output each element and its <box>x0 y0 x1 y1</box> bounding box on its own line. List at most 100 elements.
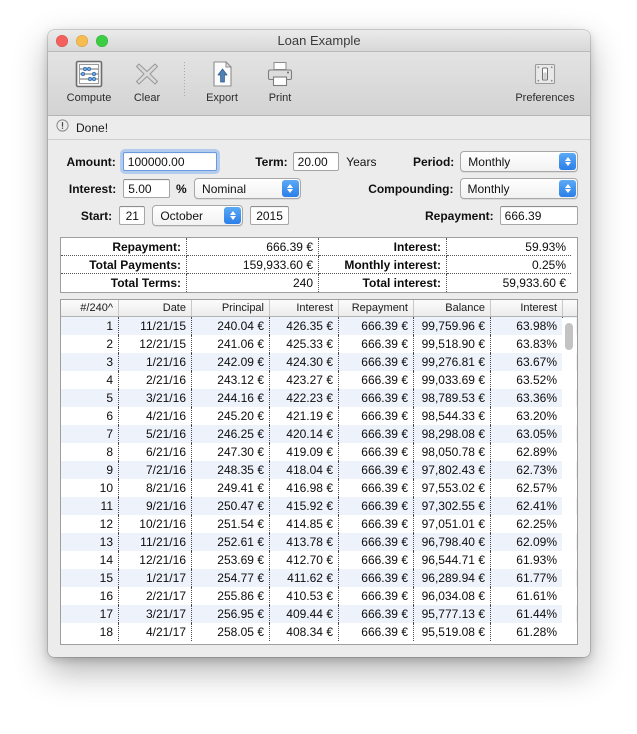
table-cell: 97,051.01 € <box>414 515 491 533</box>
exclamation-circle-icon <box>56 118 69 137</box>
scrollbar-thumb[interactable] <box>565 323 573 350</box>
start-month-select[interactable]: October <box>152 205 244 226</box>
table-body: 1 11/21/15 240.04 €426.35 €666.39 €99,759.… <box>61 317 577 644</box>
table-cell: 247.30 € <box>192 443 270 461</box>
table-row[interactable]: 7 5/21/16 246.25 €420.14 €666.39 €98,298.0… <box>61 425 577 443</box>
table-cell: 8 <box>61 443 119 461</box>
table-cell: 97,302.55 € <box>414 497 491 515</box>
x-mark-icon <box>132 58 162 90</box>
table-row[interactable]: 2 12/21/15 241.06 €425.33 €666.39 €99,518.… <box>61 335 577 353</box>
table-cell: 98,789.53 € <box>414 389 491 407</box>
table-cell: 666.39 € <box>339 353 414 371</box>
start-year-input[interactable]: 2015 <box>250 206 289 225</box>
table-row[interactable]: 11 9/21/16 250.47 €415.92 €666.39 €97,302.… <box>61 497 577 515</box>
table-row[interactable]: 1 11/21/15 240.04 €426.35 €666.39 €99,759.… <box>61 317 577 335</box>
table-cell: 16 <box>61 587 119 605</box>
table-row[interactable]: 16 2/21/17 255.86 €410.53 €666.39 €96,034.… <box>61 587 577 605</box>
table-cell: 61.77% <box>491 569 563 587</box>
table-cell: 63.98% <box>491 317 563 335</box>
interest-type-select[interactable]: Nominal <box>194 178 301 199</box>
table-row[interactable]: 4 2/21/16 243.12 €423.27 €666.39 €99,033.6… <box>61 371 577 389</box>
summary-value: 59.93% <box>447 238 571 256</box>
table-cell: 99,759.96 € <box>414 317 491 335</box>
table-header-row: #/240^ Date Principal Interest Repayment Bala… <box>61 300 577 317</box>
toolbar-button-compute[interactable]: Compute <box>60 56 118 104</box>
repayment-input[interactable]: 666.39 <box>499 206 579 225</box>
table-column-header-4[interactable]: Repayment <box>339 300 414 316</box>
table-cell: 61.61% <box>491 587 563 605</box>
table-cell: 249.41 € <box>192 479 270 497</box>
start-day-input[interactable]: 21 <box>119 206 146 225</box>
toolbar-button-preferences[interactable]: Preferences <box>510 56 580 104</box>
table-column-header-3[interactable]: Interest <box>270 300 339 316</box>
term-unit-label: Years <box>346 154 377 169</box>
table-cell: 258.05 € <box>192 623 270 641</box>
amortization-table: #/240^ Date Principal Interest Repayment Bala… <box>60 299 578 645</box>
table-row[interactable]: 8 6/21/16 247.30 €419.09 €666.39 €98,050.7… <box>61 443 577 461</box>
table-cell: 14 <box>61 551 119 569</box>
table-cell: 3/21/17 <box>119 605 192 623</box>
period-select[interactable]: Monthly <box>460 151 578 172</box>
status-message: Done! <box>76 120 109 135</box>
toolbar-label-export: Export <box>206 92 238 104</box>
window-titlebar[interactable]: Loan Example <box>48 30 590 52</box>
table-cell: 1/21/17 <box>119 569 192 587</box>
interest-rate-input[interactable]: 5.00 <box>123 179 171 198</box>
table-cell: 425.33 € <box>270 335 339 353</box>
table-cell: 666.39 € <box>339 461 414 479</box>
table-row[interactable]: 10 8/21/16 249.41 €416.98 €666.39 €97,553.… <box>61 479 577 497</box>
table-cell: 99,518.90 € <box>414 335 491 353</box>
toolbar-button-print[interactable]: Print <box>251 56 309 104</box>
toolbar-button-export[interactable]: Export <box>193 56 251 104</box>
table-cell: 666.39 € <box>339 389 414 407</box>
compounding-select-value: Monthly <box>467 181 510 196</box>
table-row[interactable]: 5 3/21/16 244.16 €422.23 €666.39 €98,789.5… <box>61 389 577 407</box>
table-cell: 63.52% <box>491 371 563 389</box>
chevron-updown-icon <box>559 180 576 197</box>
form-row-interest-compounding: Interest: 5.00 % Nominal Compounding: Mo… <box>60 175 578 202</box>
table-column-header-0[interactable]: #/240^ <box>61 300 119 316</box>
table-cell: 61.93% <box>491 551 563 569</box>
table-cell: 666.39 € <box>339 497 414 515</box>
start-year-value: 2015 <box>256 208 283 223</box>
table-row[interactable]: 17 3/21/17 256.95 €409.44 €666.39 €95,777.… <box>61 605 577 623</box>
table-cell: 12/21/15 <box>119 335 192 353</box>
table-cell: 9 <box>61 461 119 479</box>
table-column-header-5[interactable]: Balance <box>414 300 491 316</box>
summary-key: Total Payments: <box>61 256 187 274</box>
table-cell: 666.39 € <box>339 569 414 587</box>
toolbar-label-print: Print <box>268 92 292 104</box>
table-cell: 408.34 € <box>270 623 339 641</box>
table-column-header-2[interactable]: Principal <box>192 300 270 316</box>
table-row[interactable]: 9 7/21/16 248.35 €418.04 €666.39 €97,802.4… <box>61 461 577 479</box>
amount-input[interactable]: 100000.00 <box>122 152 217 171</box>
table-row[interactable]: 6 4/21/16 245.20 €421.19 €666.39 €98,544.3… <box>61 407 577 425</box>
table-row[interactable]: 3 1/21/16 242.09 €424.30 €666.39 €99,276.8… <box>61 353 577 371</box>
term-input[interactable]: 20.00 <box>292 152 340 171</box>
table-cell: 6/21/16 <box>119 443 192 461</box>
table-cell: 419.09 € <box>270 443 339 461</box>
table-cell: 8/21/16 <box>119 479 192 497</box>
table-row[interactable]: 14 12/21/16 253.69 €412.70 €666.39 €96,544… <box>61 551 577 569</box>
table-cell: 420.14 € <box>270 425 339 443</box>
table-cell: 2/21/16 <box>119 371 192 389</box>
compounding-select[interactable]: Monthly <box>459 178 578 199</box>
table-cell: 97,802.43 € <box>414 461 491 479</box>
table-row[interactable]: 18 4/21/17 258.05 €408.34 €666.39 €95,519.… <box>61 623 577 641</box>
table-cell: 6 <box>61 407 119 425</box>
table-cell: 98,298.08 € <box>414 425 491 443</box>
summary-key: Total interest: <box>319 274 447 292</box>
table-cell: 63.67% <box>491 353 563 371</box>
table-column-header-6[interactable]: Interest <box>491 300 563 316</box>
abacus-icon <box>74 58 104 90</box>
table-cell: 15 <box>61 569 119 587</box>
summary-value: 666.39 € <box>187 238 319 256</box>
table-cell: 61.28% <box>491 623 563 641</box>
table-cell: 241.06 € <box>192 335 270 353</box>
table-row[interactable]: 13 11/21/16 252.61 €413.78 €666.39 €96,798… <box>61 533 577 551</box>
table-column-header-1[interactable]: Date <box>119 300 192 316</box>
toolbar-button-clear[interactable]: Clear <box>118 56 176 104</box>
table-row[interactable]: 15 1/21/17 254.77 €411.62 €666.39 €96,289.… <box>61 569 577 587</box>
vertical-scrollbar[interactable] <box>562 318 576 643</box>
table-row[interactable]: 12 10/21/16 251.54 €414.85 €666.39 €97,051… <box>61 515 577 533</box>
